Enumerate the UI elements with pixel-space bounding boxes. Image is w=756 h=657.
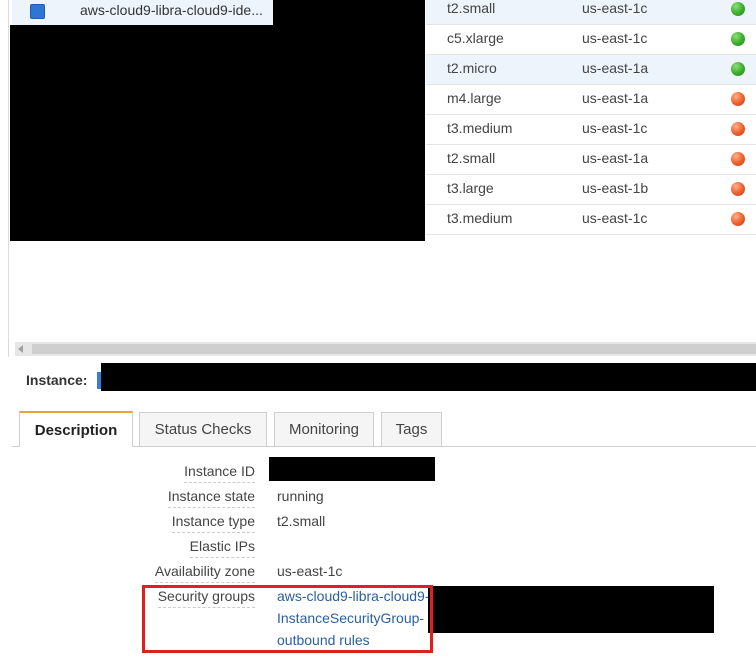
redacted-name-column-top [273, 0, 425, 25]
table-row[interactable]: t3.large us-east-1b [426, 175, 756, 205]
instance-header-label: Instance: [26, 372, 88, 388]
instance-type-cell: t3.medium [447, 210, 513, 226]
scrollbar-thumb[interactable] [32, 344, 756, 354]
availability-zone-cell: us-east-1a [582, 150, 649, 166]
instance-type-cell: t2.small [447, 0, 496, 16]
availability-zone-label: Availability zone [154, 563, 255, 583]
redacted-name-column [10, 25, 425, 241]
availability-zone-cell: us-east-1c [582, 0, 648, 16]
instance-stopped-icon [731, 182, 745, 196]
availability-zone-cell: us-east-1a [582, 60, 649, 76]
instance-id-label: Instance ID [184, 463, 255, 483]
left-panel-border [8, 0, 9, 357]
instance-stopped-icon [731, 212, 745, 226]
status-check-passed-icon [731, 2, 745, 16]
table-row[interactable]: m4.large us-east-1a [426, 85, 756, 115]
redacted-instance-id-value [269, 457, 435, 481]
redacted-instance-id-header [101, 363, 756, 391]
availability-zone-cell: us-east-1c [582, 30, 648, 46]
instance-stopped-icon [731, 152, 745, 166]
table-row[interactable]: t2.small us-east-1a [426, 145, 756, 175]
instance-type-cell: c5.xlarge [447, 30, 504, 46]
tab-description[interactable]: Description [19, 411, 133, 447]
table-row[interactable]: t2.small us-east-1c [426, 0, 756, 25]
scroll-left-arrow-icon[interactable] [18, 345, 23, 353]
status-check-passed-icon [731, 62, 745, 76]
instance-type-cell: t3.medium [447, 120, 513, 136]
redacted-security-group-id [428, 586, 714, 633]
instance-stopped-icon [731, 122, 745, 136]
instance-type-value: t2.small [277, 513, 326, 529]
instance-type-cell: t2.small [447, 150, 496, 166]
status-check-passed-icon [731, 32, 745, 46]
table-row[interactable]: t2.micro us-east-1a [426, 55, 756, 85]
elastic-ips-label: Elastic IPs [189, 538, 255, 558]
instance-stopped-icon [731, 92, 745, 106]
row-select-checkbox[interactable] [30, 4, 45, 19]
instance-name: aws-cloud9-libra-cloud9-ide... [80, 2, 263, 18]
availability-zone-value: us-east-1c [277, 563, 343, 579]
instance-state-label: Instance state [167, 488, 255, 508]
instance-type-label: Instance type [171, 513, 255, 533]
table-row[interactable]: c5.xlarge us-east-1c [426, 25, 756, 55]
availability-zone-cell: us-east-1c [582, 210, 648, 226]
tab-status-checks[interactable]: Status Checks [139, 412, 267, 446]
instance-type-cell: t3.large [447, 180, 494, 196]
tab-monitoring[interactable]: Monitoring [274, 412, 374, 446]
instance-type-cell: m4.large [447, 90, 502, 106]
availability-zone-cell: us-east-1b [582, 180, 649, 196]
instance-state-value: running [277, 488, 324, 504]
availability-zone-cell: us-east-1a [582, 90, 649, 106]
availability-zone-cell: us-east-1c [582, 120, 648, 136]
security-groups-highlight [142, 585, 433, 653]
table-row[interactable]: t3.medium us-east-1c [426, 115, 756, 145]
horizontal-scrollbar[interactable] [15, 342, 756, 356]
table-row[interactable]: t3.medium us-east-1c [426, 205, 756, 235]
selected-instance-name-cell[interactable]: aws-cloud9-libra-cloud9-ide... [12, 0, 273, 25]
instance-type-cell: t2.micro [447, 60, 497, 76]
tab-tags[interactable]: Tags [381, 412, 442, 446]
